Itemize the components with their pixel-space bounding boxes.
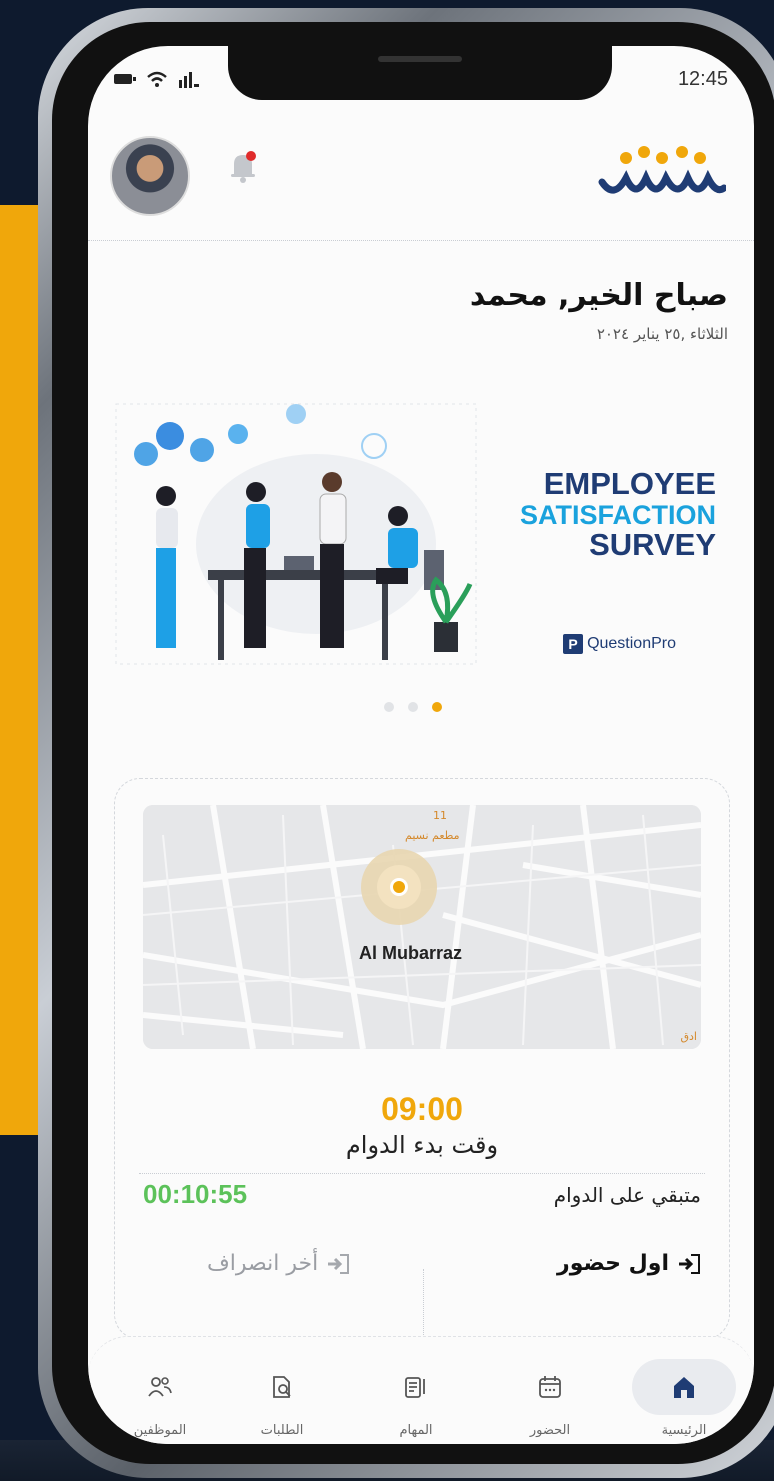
- last-check-out-label: أخر انصراف: [207, 1251, 319, 1276]
- tab-requests-label: الطلبات: [260, 1423, 304, 1438]
- last-check-out[interactable]: أخر انصراف: [207, 1251, 350, 1276]
- tab-home[interactable]: [632, 1359, 736, 1415]
- notification-bell-icon[interactable]: [228, 150, 258, 184]
- tab-tasks-label: المهام: [399, 1423, 433, 1438]
- questionpro-brand: P QuestionPro: [563, 634, 676, 654]
- team-icon: [148, 1377, 172, 1397]
- carousel-dot[interactable]: [384, 702, 394, 712]
- company-logo: [598, 146, 726, 194]
- survey-title-line3: SURVEY: [589, 526, 716, 562]
- wifi-icon: [147, 71, 167, 87]
- signal-icon: [179, 72, 199, 88]
- map-place-label: Al Mubarraz: [359, 943, 463, 963]
- header-divider: [88, 240, 754, 241]
- survey-title-line1: EMPLOYEE: [543, 466, 716, 501]
- tab-calendar-label: الحضور: [529, 1423, 571, 1438]
- check-separator: [423, 1269, 424, 1339]
- survey-title: EMPLOYEE SATISFACTION SURVEY: [519, 466, 716, 562]
- app-screen: 12:45 صباح الخير, محمد الثلاثاء ,٢٥ يناي…: [88, 46, 754, 1444]
- tab-requests[interactable]: [252, 1367, 312, 1407]
- map-poi-number: 11: [433, 809, 447, 822]
- survey-illustration: [115, 403, 477, 665]
- status-time: 12:45: [677, 68, 728, 90]
- greeting-date: الثلاثاء ,٢٥ يناير ٢٠٢٤: [596, 325, 728, 343]
- check-out-icon: [328, 1253, 350, 1274]
- location-map[interactable]: 11 مطعم نسيم Al Mubarraz ادق: [143, 805, 701, 1049]
- greeting-title: صباح الخير, محمد: [469, 278, 728, 313]
- remaining-label: متبقي على الدوام: [553, 1183, 701, 1207]
- carousel-dots: [384, 702, 442, 712]
- carousel-dot-active[interactable]: [432, 702, 442, 712]
- speaker-grille: [378, 56, 462, 62]
- calendar-icon: [539, 1376, 561, 1398]
- bottom-tab-bar: الرئيسية الحضور المهام الطلبات الموظفين: [88, 1336, 754, 1444]
- map-corner-label: ادق: [680, 1030, 698, 1043]
- greeting: صباح الخير, محمد الثلاثاء ,٢٥ يناير ٢٠٢٤: [470, 278, 728, 343]
- shift-start-time: 09:00: [381, 1091, 463, 1127]
- requests-icon: [273, 1376, 291, 1398]
- first-check-in-label: اول حضور: [557, 1251, 669, 1276]
- remaining-time: 00:10:55: [143, 1179, 248, 1209]
- battery-icon: [114, 74, 136, 84]
- tab-calendar[interactable]: [520, 1367, 580, 1407]
- avatar[interactable]: [110, 136, 190, 216]
- phone-notch: [228, 46, 612, 100]
- tab-team-label: الموظفين: [133, 1423, 187, 1438]
- attendance-card: 11 مطعم نسيم Al Mubarraz ادق 09:00 وقت ب…: [114, 778, 730, 1340]
- questionpro-logo-icon: P: [563, 634, 584, 654]
- tab-team[interactable]: [130, 1367, 190, 1407]
- home-icon: [674, 1377, 694, 1398]
- tab-home-label: الرئيسية: [661, 1423, 707, 1438]
- tab-tasks[interactable]: [386, 1367, 446, 1407]
- questionpro-name: QuestionPro: [587, 635, 676, 652]
- carousel-dot[interactable]: [408, 702, 418, 712]
- map-poi-name: مطعم نسيم: [405, 829, 460, 842]
- first-check-in[interactable]: اول حضور: [557, 1251, 701, 1276]
- check-in-icon: [679, 1253, 700, 1274]
- tasks-icon: [405, 1377, 425, 1398]
- survey-banner[interactable]: EMPLOYEE SATISFACTION SURVEY P QuestionP…: [106, 394, 726, 694]
- survey-title-line2: SATISFACTION: [519, 499, 716, 530]
- card-divider: [139, 1173, 705, 1174]
- status-icons: [114, 70, 200, 88]
- shift-start-label: وقت بدء الدوام: [345, 1131, 499, 1159]
